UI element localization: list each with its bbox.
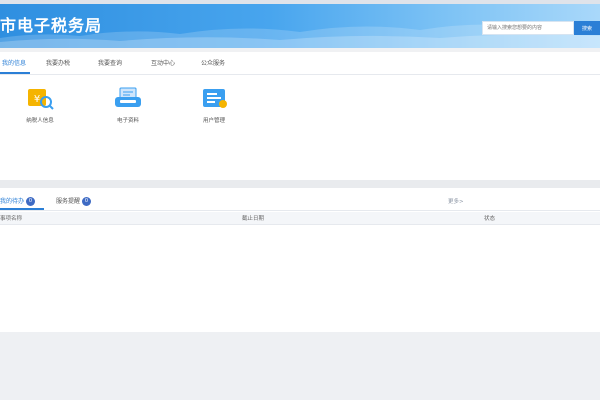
- tab-interaction-center[interactable]: 互动中心: [151, 58, 175, 67]
- column-header-status: 状态: [484, 216, 496, 222]
- tab-my-todo[interactable]: 我的待办 0: [0, 196, 36, 206]
- user-management-icon: [203, 89, 227, 108]
- app-label: 纳税人信息: [26, 118, 54, 124]
- app-taxpayer-info[interactable]: ¥ 纳税人信息: [10, 86, 70, 124]
- main-panel: 我的信息 我要办税 我要查询 互动中心 公众服务 ¥ 纳税人信息 电子资料 用户…: [0, 52, 600, 180]
- taxpayer-info-icon: ¥: [28, 89, 54, 110]
- todo-panel: 我的待办 0 服务提醒 0 更多> 事项名称 截止日期 状态: [0, 188, 600, 332]
- more-link[interactable]: 更多>: [448, 197, 464, 205]
- app-electronic-documents[interactable]: 电子资料: [98, 86, 158, 124]
- header-banner: 市电子税务局 搜索: [0, 4, 600, 48]
- column-header-item-name: 事项名称: [0, 216, 23, 222]
- search-input[interactable]: [482, 21, 574, 35]
- column-header-deadline: 截止日期: [242, 216, 265, 222]
- tab-label: 服务提醒: [56, 198, 81, 205]
- tab-public-services[interactable]: 公众服务: [201, 58, 225, 67]
- electronic-documents-icon: [115, 87, 141, 107]
- tab-query[interactable]: 我要查询: [98, 58, 122, 67]
- table-header: 事项名称 截止日期 状态: [0, 212, 600, 225]
- app-label: 用户管理: [202, 118, 225, 124]
- app-label: 电子资料: [116, 118, 139, 124]
- search-button[interactable]: 搜索: [574, 21, 600, 35]
- app-user-management[interactable]: 用户管理: [184, 86, 244, 124]
- svg-text:¥: ¥: [34, 94, 40, 105]
- tab-label: 我的待办: [0, 198, 25, 205]
- tab-tax-handling[interactable]: 我要办税: [46, 58, 70, 67]
- search-box: 搜索: [482, 21, 600, 35]
- main-nav: 我的信息 我要办税 我要查询 互动中心 公众服务: [0, 52, 600, 75]
- divider: [0, 210, 600, 211]
- section-divider: [0, 180, 600, 188]
- active-tab-indicator: [0, 72, 30, 74]
- site-title: 市电子税务局: [0, 16, 103, 35]
- page-background-footer: [0, 332, 600, 400]
- todo-count-badge: 0: [26, 197, 36, 206]
- tab-service-reminder[interactable]: 服务提醒 0: [56, 196, 92, 206]
- reminder-count-badge: 0: [82, 197, 92, 206]
- tab-my-info[interactable]: 我的信息: [2, 58, 26, 67]
